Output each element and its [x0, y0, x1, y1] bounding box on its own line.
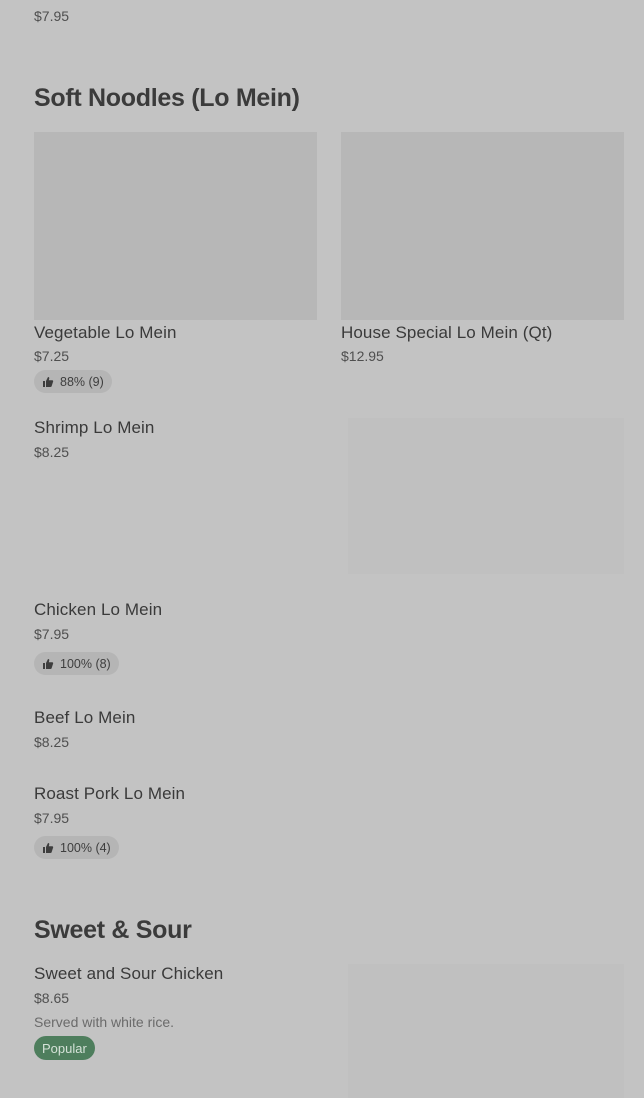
- menu-item-row[interactable]: Sweet and Sour Chicken $8.65 Served with…: [34, 964, 624, 1098]
- item-description: Served with white rice.: [34, 1014, 175, 1030]
- item-name: Beef Lo Mein: [34, 708, 136, 727]
- section-title: Sweet & Sour: [34, 916, 192, 944]
- rating-text: 100% (4): [60, 840, 111, 855]
- thumbs-up-icon: [43, 658, 54, 669]
- rating-text: 88% (9): [60, 374, 104, 389]
- menu-item-row[interactable]: Shrimp Lo Mein $8.25: [34, 418, 624, 574]
- item-price: $7.95: [34, 8, 70, 24]
- item-image: [34, 132, 317, 320]
- item-price: $7.25: [34, 348, 70, 364]
- thumbs-up-icon: [43, 842, 54, 853]
- item-price: $12.95: [341, 348, 384, 364]
- item-image: [348, 418, 624, 574]
- menu-item-row[interactable]: Beef Lo Mein $8.25: [34, 708, 624, 758]
- item-image: [341, 132, 624, 320]
- thumbs-up-icon: [43, 376, 54, 387]
- menu-item-row[interactable]: Chicken Lo Mein $7.95 100% (8): [34, 600, 624, 680]
- item-name: Roast Pork Lo Mein: [34, 784, 186, 803]
- item-price: $7.95: [34, 626, 70, 642]
- item-name: House Special Lo Mein (Qt): [341, 323, 553, 342]
- rating-badge: 100% (8): [34, 652, 119, 675]
- item-price: $7.95: [34, 810, 70, 826]
- menu-item-card[interactable]: House Special Lo Mein (Qt) $12.95: [341, 132, 624, 372]
- item-name: Vegetable Lo Mein: [34, 323, 177, 342]
- item-price: $8.25: [34, 444, 70, 460]
- item-name: Sweet and Sour Chicken: [34, 964, 224, 983]
- rating-badge: 100% (4): [34, 836, 119, 859]
- section-title: Soft Noodles (Lo Mein): [34, 84, 300, 112]
- menu-item-cut-top[interactable]: $7.95: [34, 0, 314, 28]
- rating-text: 100% (8): [60, 656, 111, 671]
- menu-item-card[interactable]: Vegetable Lo Mein $7.25 88% (9): [34, 132, 317, 396]
- item-price: $8.65: [34, 990, 70, 1006]
- item-price: $8.25: [34, 734, 70, 750]
- item-image: [348, 964, 624, 1098]
- rating-badge: 88% (9): [34, 370, 112, 393]
- menu-item-row[interactable]: Roast Pork Lo Mein $7.95 100% (4): [34, 784, 624, 864]
- popular-badge: Popular: [34, 1036, 95, 1060]
- item-name: Shrimp Lo Mein: [34, 418, 155, 437]
- item-name: Chicken Lo Mein: [34, 600, 163, 619]
